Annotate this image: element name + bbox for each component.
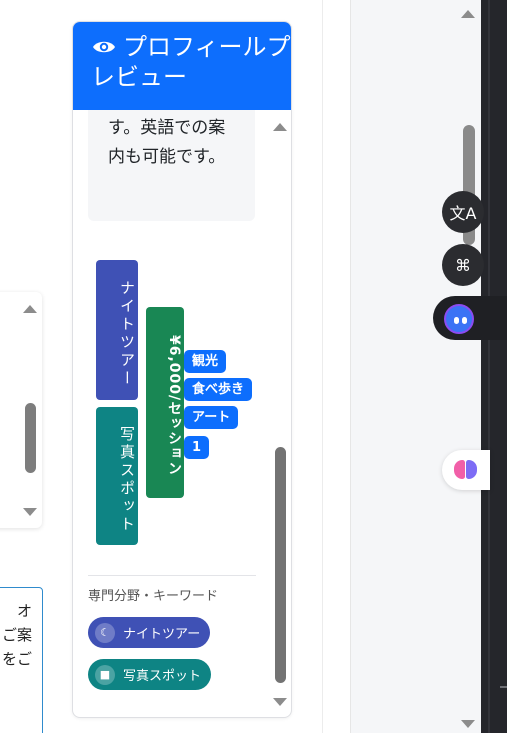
photo-spot-pill: ■ 写真スポット [88, 659, 212, 690]
left-textarea-line-3: をご [1, 650, 32, 668]
photo-spot-pill-label: 写真スポット [123, 669, 202, 684]
panel-scrollbar-thumb[interactable] [275, 447, 286, 683]
moon-icon: ☾ [95, 622, 115, 643]
left-textarea-line-1: オ [16, 602, 32, 620]
side-panel-background [350, 0, 481, 733]
description-text: す。英語での案内も可能です。 [108, 118, 226, 167]
ai-assistant-eye [462, 317, 467, 324]
translate-button[interactable]: 文A [442, 191, 484, 233]
side-scroll-up-arrow[interactable] [461, 10, 475, 18]
left-scroll-down-arrow[interactable] [23, 508, 37, 516]
left-scroll-up-arrow[interactable] [23, 305, 37, 313]
expertise-label: 専門分野・キーワード [88, 589, 219, 604]
brain-icon-right [466, 460, 477, 479]
panel-header: プロフィールプレビュー [73, 22, 291, 110]
left-scrollbar-thumb[interactable] [25, 403, 36, 473]
price-tag: ¥6,000/セッション [146, 307, 184, 498]
background-gutter [322, 0, 350, 733]
section-divider [88, 575, 256, 576]
left-textarea-line-2: ご案 [1, 626, 32, 644]
ai-assistant-eye [454, 317, 459, 324]
price-tag-label: ¥6,000/セッション [166, 334, 182, 477]
keyword-badge: アート [184, 406, 239, 429]
side-scroll-down-arrow[interactable] [461, 720, 475, 728]
night-tour-pill-label: ナイトツアー [123, 627, 201, 642]
panel-scroll-down-arrow[interactable] [273, 698, 287, 706]
brain-button[interactable] [442, 450, 490, 490]
photo-spot-tag: 写真スポット [96, 407, 138, 545]
camera-icon: ■ [95, 664, 115, 685]
brain-icon [454, 460, 465, 479]
dark-sidebar-divider [488, 0, 490, 733]
command-icon: ⌘ [455, 255, 471, 275]
night-tour-pill: ☾ ナイトツアー [88, 617, 211, 648]
keyword-badge: 観光 [184, 350, 227, 373]
translate-icon: 文A [449, 204, 477, 223]
night-tour-tag: ナイトツアー [96, 260, 138, 400]
left-textarea[interactable]: オ ご案 をご [0, 587, 43, 733]
command-button[interactable]: ⌘ [442, 244, 484, 286]
panel-scroll-up-arrow[interactable] [273, 123, 287, 131]
description-box: す。英語での案内も可能です。 [88, 110, 255, 221]
profile-preview-panel: プロフィールプレビュー す。英語での案内も可能です。 ナイトツアー 写真スポット… [72, 21, 292, 718]
keyword-badge: 1 [184, 436, 210, 459]
panel-title: プロフィールプレビュー [91, 33, 291, 91]
dark-sidebar-mark [500, 686, 507, 688]
dark-sidebar-strip [481, 0, 507, 733]
ai-assistant-icon [444, 304, 474, 334]
keyword-badge: 食べ歩き [184, 378, 253, 401]
